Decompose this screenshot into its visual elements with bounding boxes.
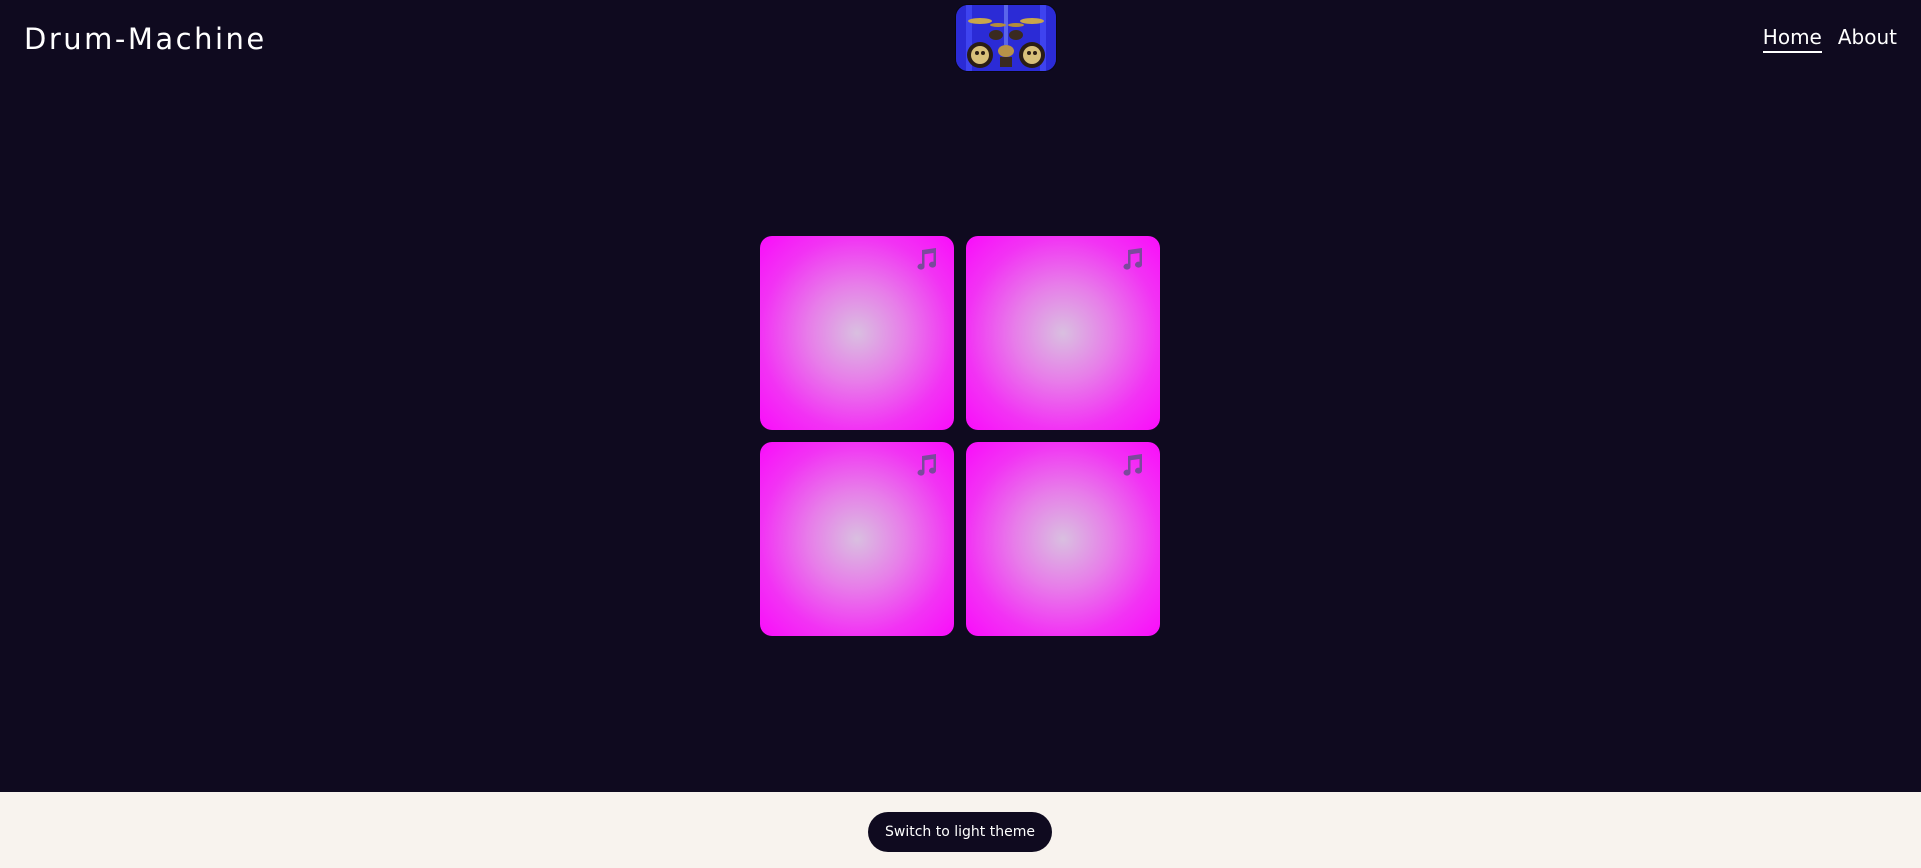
drum-kit-icon: [956, 5, 1056, 71]
nav-about-link[interactable]: About: [1838, 25, 1897, 53]
theme-toggle-button[interactable]: Switch to light theme: [868, 812, 1052, 852]
nav-home-link[interactable]: Home: [1762, 25, 1822, 53]
music-notes-icon: [917, 248, 937, 270]
drum-pad-grid: [760, 236, 1161, 636]
music-notes-icon: [1123, 248, 1143, 270]
drum-pad[interactable]: [760, 442, 954, 636]
music-notes-icon: [1123, 454, 1143, 476]
footer: Switch to light theme: [0, 792, 1921, 868]
drum-pad[interactable]: [760, 236, 954, 430]
brand-title: Drum-Machine: [24, 22, 267, 56]
drum-pad[interactable]: [966, 236, 1160, 430]
main-nav: Home About: [1762, 25, 1897, 53]
drum-pad[interactable]: [966, 442, 1160, 636]
drum-kit-logo: [956, 5, 1056, 71]
header: Drum-Machine Home About: [0, 0, 1921, 80]
music-notes-icon: [917, 454, 937, 476]
drum-machine-page: Drum-Machine Home About Switch to light …: [0, 0, 1921, 868]
